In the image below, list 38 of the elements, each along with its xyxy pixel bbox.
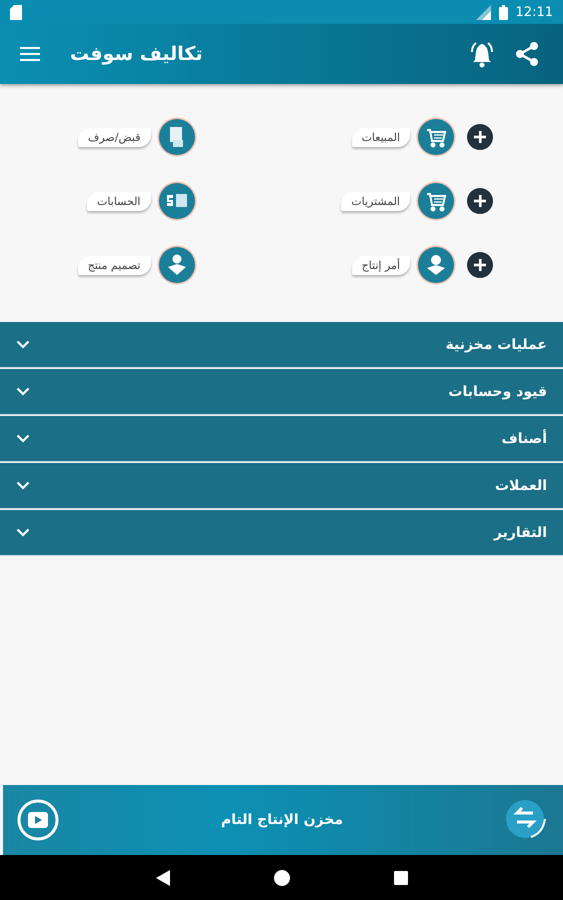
battery-icon — [498, 4, 508, 20]
plus-icon — [474, 195, 486, 207]
app-title: تكاليف سوفت — [70, 43, 203, 65]
cart-icon[interactable] — [416, 117, 456, 157]
document-icon[interactable] — [156, 117, 196, 157]
shortcut-label[interactable]: المبيعات — [352, 128, 410, 146]
chevron-down-icon — [16, 340, 30, 349]
recent-apps-icon[interactable] — [394, 870, 408, 884]
accordion-header[interactable]: العملات — [0, 463, 563, 509]
status-time: 12:11 — [516, 4, 553, 20]
footer-text: مخزن الإنتاج التام — [221, 812, 343, 828]
back-icon[interactable] — [156, 870, 170, 886]
chevron-down-icon — [16, 434, 30, 443]
shortcut-label[interactable]: تصميم منتج — [78, 256, 150, 274]
chevron-down-icon — [16, 528, 30, 537]
video-icon[interactable] — [17, 799, 59, 841]
plus-icon — [474, 131, 486, 143]
chevron-down-icon — [16, 387, 30, 396]
shortcut-label[interactable]: المشتريات — [341, 192, 410, 210]
accordion-header[interactable]: التقارير — [0, 510, 563, 556]
money-icon[interactable] — [156, 181, 196, 221]
add-button[interactable] — [467, 252, 493, 278]
share-icon[interactable] — [515, 41, 539, 67]
home-icon[interactable] — [274, 870, 290, 886]
chevron-down-icon — [16, 481, 30, 490]
accordion-header[interactable]: عمليات مخزنية — [0, 322, 563, 368]
add-button[interactable] — [467, 124, 493, 150]
menu-icon[interactable] — [20, 47, 40, 61]
shortcut-label[interactable]: قبض/صرف — [78, 128, 150, 146]
plus-icon — [474, 259, 486, 271]
sd-card-icon — [10, 4, 22, 20]
add-button[interactable] — [467, 188, 493, 214]
accordion-header[interactable]: قيود وحسابات — [0, 369, 563, 415]
cart-icon[interactable] — [416, 181, 456, 221]
shortcut-label[interactable]: أمر إنتاج — [352, 256, 410, 274]
accordion-header[interactable]: أصناف — [0, 416, 563, 462]
shortcut-label[interactable]: الحسابات — [87, 192, 150, 210]
signal-icon — [476, 4, 491, 20]
